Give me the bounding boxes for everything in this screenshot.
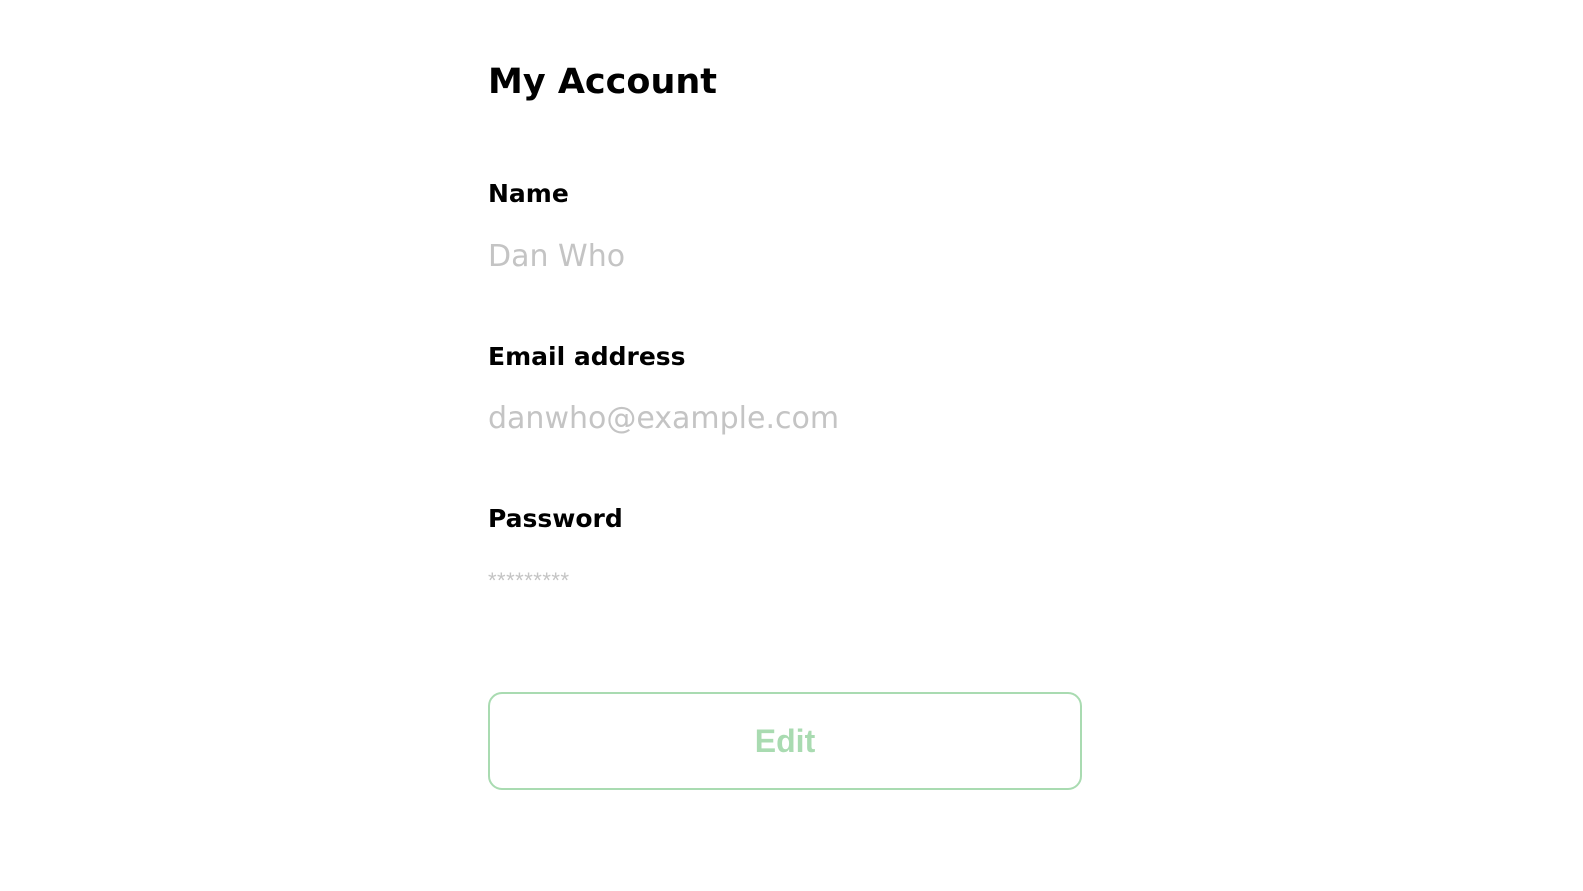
edit-button[interactable]: Edit: [488, 692, 1082, 790]
email-field[interactable]: danwho@example.com: [488, 398, 1082, 440]
name-label: Name: [488, 179, 569, 208]
name-field[interactable]: Dan Who: [488, 236, 1082, 278]
password-field[interactable]: *********: [488, 560, 1082, 602]
password-label: Password: [488, 504, 623, 533]
page-title: My Account: [488, 62, 718, 102]
email-label: Email address: [488, 342, 686, 371]
account-panel: My Account Name Dan Who Email address da…: [488, 0, 1082, 891]
